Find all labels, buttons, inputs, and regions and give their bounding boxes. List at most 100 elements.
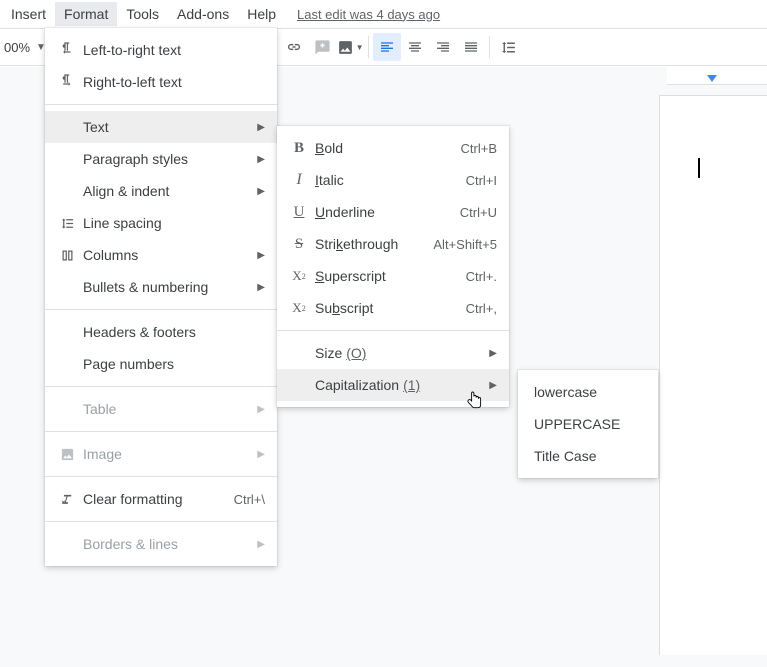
menu-separator [45, 104, 277, 105]
menu-help[interactable]: Help [238, 2, 285, 26]
chevron-right-icon: ▶ [257, 449, 269, 460]
align-right-button[interactable] [429, 33, 457, 61]
menu-label: Text [81, 119, 257, 135]
last-edit-link[interactable]: Last edit was 4 days ago [297, 7, 440, 22]
submenu-italic[interactable]: I Italic Ctrl+I [277, 164, 509, 196]
menu-bullets-numbering[interactable]: Bullets & numbering ▶ [45, 271, 277, 303]
menu-page-numbers[interactable]: Page numbers [45, 348, 277, 380]
menu-label: Right-to-left text [81, 74, 269, 90]
submenu-strikethrough[interactable]: S Strikethrough Alt+Shift+5 [277, 228, 509, 260]
menu-image: Image ▶ [45, 438, 277, 470]
indent-marker-icon[interactable] [707, 75, 717, 82]
menu-headers-footers[interactable]: Headers & footers [45, 316, 277, 348]
toolbar-separator [489, 36, 490, 58]
chevron-right-icon: ▶ [257, 154, 269, 165]
menu-shortcut: Ctrl+\ [234, 492, 269, 507]
cap-uppercase[interactable]: UPPERCASE [518, 408, 658, 440]
align-center-icon [407, 39, 423, 55]
line-spacing-icon [500, 39, 517, 56]
submenu-capitalization[interactable]: Capitalization(1) ▶ [277, 369, 509, 401]
menu-shortcut: Alt+Shift+5 [433, 237, 501, 252]
text-submenu: B Bold Ctrl+B I Italic Ctrl+I U Underlin… [277, 126, 509, 407]
submenu-bold[interactable]: B Bold Ctrl+B [277, 132, 509, 164]
format-dropdown: Left-to-right text Right-to-left text Te… [45, 28, 277, 566]
menu-label: Bold [313, 140, 461, 156]
menu-shortcut: Ctrl+U [460, 205, 501, 220]
menu-label: Left-to-right text [81, 42, 269, 58]
insert-image-button[interactable]: ▼ [336, 33, 364, 61]
menu-separator [277, 330, 509, 331]
menu-align-indent[interactable]: Align & indent ▶ [45, 175, 277, 207]
menu-label: Line spacing [81, 215, 269, 231]
capitalization-submenu: lowercase UPPERCASE Title Case [518, 370, 658, 478]
link-icon [285, 38, 303, 56]
menu-label: Bullets & numbering [81, 279, 257, 295]
superscript-icon: X2 [285, 268, 313, 284]
align-center-button[interactable] [401, 33, 429, 61]
cap-titlecase[interactable]: Title Case [518, 440, 658, 472]
chevron-right-icon: ▶ [257, 122, 269, 133]
menu-label: Subscript [313, 300, 466, 316]
subscript-icon: X2 [285, 300, 313, 316]
chevron-right-icon: ▶ [257, 282, 269, 293]
menu-shortcut: Ctrl+I [466, 173, 501, 188]
menu-separator [45, 309, 277, 310]
underline-icon: U [285, 204, 313, 221]
add-comment-button[interactable] [308, 33, 336, 61]
menu-borders-lines: Borders & lines ▶ [45, 528, 277, 560]
toolbar-separator [368, 36, 369, 58]
comment-plus-icon [314, 39, 331, 56]
menubar: Insert Format Tools Add-ons Help Last ed… [0, 0, 767, 28]
chevron-down-icon: ▼ [356, 43, 364, 52]
align-left-button[interactable] [373, 33, 401, 61]
menu-columns[interactable]: Columns ▶ [45, 239, 277, 271]
menu-tools[interactable]: Tools [117, 2, 168, 26]
menu-label: Strikethrough [313, 236, 433, 252]
submenu-superscript[interactable]: X2 Superscript Ctrl+. [277, 260, 509, 292]
chevron-right-icon: ▶ [489, 380, 501, 391]
submenu-underline[interactable]: U Underline Ctrl+U [277, 196, 509, 228]
align-justify-button[interactable] [457, 33, 485, 61]
line-spacing-icon [53, 216, 81, 231]
menu-rtl-text[interactable]: Right-to-left text [45, 66, 277, 98]
line-spacing-button[interactable] [494, 33, 522, 61]
menu-label: Paragraph styles [81, 151, 257, 167]
menu-label: Capitalization(1) [313, 377, 489, 393]
ruler[interactable] [667, 67, 767, 85]
menu-insert[interactable]: Insert [2, 2, 55, 26]
ltr-icon [53, 42, 81, 58]
menu-ltr-text[interactable]: Left-to-right text [45, 34, 277, 66]
menu-text[interactable]: Text ▶ [45, 111, 277, 143]
bold-icon: B [285, 140, 313, 157]
submenu-size[interactable]: Size(O) ▶ [277, 337, 509, 369]
menu-separator [45, 521, 277, 522]
menu-clear-formatting[interactable]: Clear formatting Ctrl+\ [45, 483, 277, 515]
menu-label: Columns [81, 247, 257, 263]
menu-separator [45, 431, 277, 432]
menu-label: Superscript [313, 268, 466, 284]
chevron-right-icon: ▶ [257, 539, 269, 550]
menu-format[interactable]: Format [55, 2, 117, 26]
clear-format-icon [53, 492, 81, 507]
zoom-value: 00% [4, 40, 30, 55]
italic-icon: I [285, 171, 313, 189]
chevron-right-icon: ▶ [257, 186, 269, 197]
align-justify-icon [463, 39, 479, 55]
menu-label: Italic [313, 172, 466, 188]
document-page[interactable] [659, 95, 767, 655]
menu-label: Image [81, 446, 257, 462]
menu-label: Size(O) [313, 345, 489, 361]
insert-link-button[interactable] [280, 33, 308, 61]
chevron-right-icon: ▶ [257, 404, 269, 415]
cap-lowercase[interactable]: lowercase [518, 376, 658, 408]
menu-label: Table [81, 401, 257, 417]
menu-addons[interactable]: Add-ons [168, 2, 238, 26]
menu-shortcut: Ctrl+. [466, 269, 501, 284]
submenu-subscript[interactable]: X2 Subscript Ctrl+, [277, 292, 509, 324]
image-icon [337, 39, 354, 56]
rtl-icon [53, 74, 81, 90]
text-caret [698, 158, 700, 178]
menu-paragraph-styles[interactable]: Paragraph styles ▶ [45, 143, 277, 175]
columns-icon [53, 248, 81, 263]
menu-line-spacing[interactable]: Line spacing [45, 207, 277, 239]
